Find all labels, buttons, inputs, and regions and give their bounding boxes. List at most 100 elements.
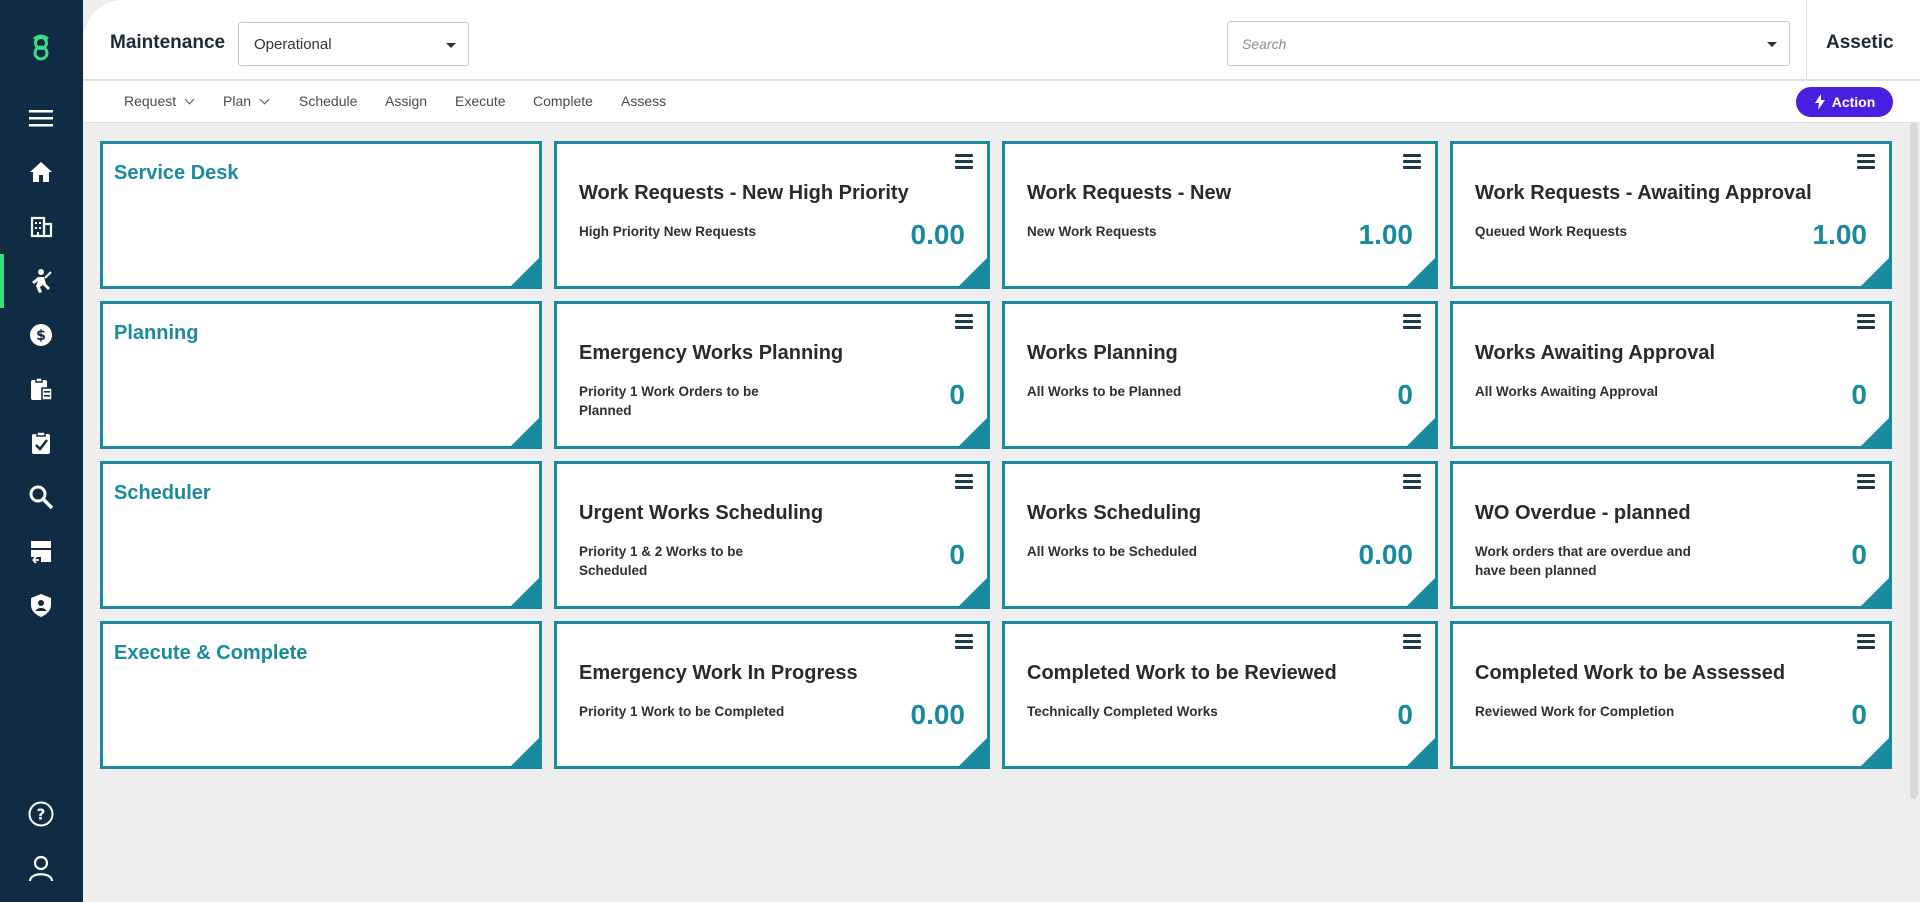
nav-schedule[interactable]: Schedule bbox=[299, 93, 357, 109]
search-icon[interactable] bbox=[21, 477, 61, 517]
help-icon[interactable]: ? bbox=[21, 794, 61, 834]
corner-expand-icon[interactable] bbox=[511, 258, 539, 286]
shield-icon[interactable] bbox=[21, 585, 61, 625]
hamburger-menu-icon[interactable] bbox=[955, 474, 973, 490]
corner-expand-icon[interactable] bbox=[959, 738, 987, 766]
kpi-subtitle: Queued Work Requests bbox=[1475, 224, 1628, 239]
kpi-card[interactable]: WO Overdue - planned Work orders that ar… bbox=[1450, 461, 1892, 609]
nav-request[interactable]: Request bbox=[124, 93, 195, 109]
corner-expand-icon[interactable] bbox=[511, 578, 539, 606]
kpi-card[interactable]: Urgent Works Scheduling Priority 1 & 2 W… bbox=[554, 461, 990, 609]
scrollbar-thumb[interactable] bbox=[1910, 123, 1918, 799]
user-icon[interactable] bbox=[21, 848, 61, 888]
hamburger-menu-icon[interactable] bbox=[955, 154, 973, 170]
corner-expand-icon[interactable] bbox=[511, 418, 539, 446]
corner-expand-icon[interactable] bbox=[1407, 258, 1435, 286]
sidebar-active-indicator bbox=[0, 254, 4, 308]
corner-expand-icon[interactable] bbox=[959, 418, 987, 446]
home-icon[interactable] bbox=[21, 152, 61, 192]
corner-expand-icon[interactable] bbox=[959, 258, 987, 286]
nav-assess[interactable]: Assess bbox=[621, 93, 666, 109]
logo-glyph bbox=[33, 34, 49, 61]
group-card-service-desk[interactable]: Service Desk bbox=[100, 141, 542, 289]
group-card-scheduler[interactable]: Scheduler bbox=[100, 461, 542, 609]
clipboard-icon[interactable] bbox=[21, 369, 61, 409]
hamburger-menu-icon[interactable] bbox=[1857, 474, 1875, 490]
kpi-title: WO Overdue - planned bbox=[1475, 502, 1691, 524]
hamburger-menu-icon[interactable] bbox=[1403, 154, 1421, 170]
vertical-scrollbar[interactable] bbox=[1908, 123, 1920, 902]
kpi-card[interactable]: Emergency Works Planning Priority 1 Work… bbox=[554, 301, 990, 449]
money-icon[interactable]: $ bbox=[21, 315, 61, 355]
hamburger-menu-icon[interactable] bbox=[21, 98, 61, 138]
kpi-subtitle: Technically Completed Works bbox=[1027, 704, 1218, 719]
hamburger-menu-icon[interactable] bbox=[955, 634, 973, 650]
nav-label: Assign bbox=[385, 93, 428, 109]
search-input[interactable]: Search bbox=[1227, 21, 1790, 66]
corner-expand-icon[interactable] bbox=[1861, 258, 1889, 286]
corner-expand-icon[interactable] bbox=[1861, 418, 1889, 446]
group-card-execute-complete[interactable]: Execute & Complete bbox=[100, 621, 542, 769]
hamburger-menu-icon[interactable] bbox=[1857, 154, 1875, 170]
nav-plan[interactable]: Plan bbox=[223, 93, 270, 109]
module-select[interactable]: Operational bbox=[238, 22, 469, 66]
kpi-value: 1.00 bbox=[1358, 219, 1414, 250]
kpi-card[interactable]: Completed Work to be Assessed Reviewed W… bbox=[1450, 621, 1892, 769]
group-card-planning[interactable]: Planning bbox=[100, 301, 542, 449]
group-title: Scheduler bbox=[114, 482, 211, 504]
kpi-card[interactable]: Work Requests - New New Work Requests 1.… bbox=[1002, 141, 1438, 289]
group-title: Planning bbox=[114, 322, 199, 344]
caret-down-icon bbox=[446, 43, 456, 48]
corner-expand-icon[interactable] bbox=[1407, 578, 1435, 606]
corner-expand-icon[interactable] bbox=[1407, 418, 1435, 446]
sidebar: $ ? bbox=[0, 0, 83, 902]
lightning-icon bbox=[1814, 94, 1825, 110]
kpi-subtitle: All Works to be Scheduled bbox=[1027, 544, 1198, 559]
kpi-title: Works Scheduling bbox=[1027, 502, 1202, 524]
corner-expand-icon[interactable] bbox=[511, 738, 539, 766]
hamburger-menu-icon[interactable] bbox=[1857, 634, 1875, 650]
kpi-card[interactable]: Works Planning All Works to be Planned 0 bbox=[1002, 301, 1438, 449]
kpi-value: 0.00 bbox=[1358, 539, 1414, 570]
kpi-subtitle: Reviewed Work for Completion bbox=[1475, 704, 1675, 719]
kpi-card[interactable]: Works Scheduling All Works to be Schedul… bbox=[1002, 461, 1438, 609]
nav-label: Plan bbox=[223, 93, 252, 109]
kpi-value: 0 bbox=[1397, 379, 1413, 410]
storage-icon[interactable] bbox=[21, 531, 61, 571]
corner-expand-icon[interactable] bbox=[1861, 578, 1889, 606]
kpi-subtitle: All Works to be Planned bbox=[1027, 384, 1182, 399]
kpi-card[interactable]: Emergency Work In Progress Priority 1 Wo… bbox=[554, 621, 990, 769]
checklist-icon[interactable] bbox=[21, 423, 61, 463]
svg-text:$: $ bbox=[36, 328, 46, 344]
kpi-title: Works Awaiting Approval bbox=[1475, 342, 1716, 364]
kpi-card[interactable]: Work Requests - New High Priority High P… bbox=[554, 141, 990, 289]
corner-expand-icon[interactable] bbox=[959, 578, 987, 606]
action-label: Action bbox=[1831, 94, 1876, 110]
kpi-card[interactable]: Works Awaiting Approval All Works Awaiti… bbox=[1450, 301, 1892, 449]
worker-icon[interactable] bbox=[21, 261, 61, 301]
hamburger-menu-icon[interactable] bbox=[1403, 314, 1421, 330]
hamburger-menu-icon[interactable] bbox=[1857, 314, 1875, 330]
hamburger-menu-icon[interactable] bbox=[955, 314, 973, 330]
nav-assign[interactable]: Assign bbox=[385, 93, 427, 109]
kpi-card[interactable]: Work Requests - Awaiting Approval Queued… bbox=[1450, 141, 1892, 289]
nav-execute[interactable]: Execute bbox=[455, 93, 506, 109]
kpi-subtitle: All Works Awaiting Approval bbox=[1475, 384, 1659, 399]
corner-expand-icon[interactable] bbox=[1861, 738, 1889, 766]
module-nav: Request Plan Schedule Assign Execute Com… bbox=[83, 81, 1920, 123]
kpi-card[interactable]: Completed Work to be Reviewed Technicall… bbox=[1002, 621, 1438, 769]
kpi-subtitle: Priority 1 Work to be Completed bbox=[579, 704, 785, 719]
kpi-subtitle: Work orders that are overdue and have be… bbox=[1475, 544, 1691, 578]
logo-icon[interactable] bbox=[21, 28, 61, 68]
kpi-value: 0 bbox=[1851, 539, 1867, 570]
group-title: Service Desk bbox=[114, 162, 239, 184]
top-header: Maintenance Operational Search Assetic bbox=[83, 0, 1920, 80]
action-button[interactable]: Action bbox=[1796, 87, 1893, 117]
kpi-value: 0 bbox=[1851, 699, 1867, 730]
building-icon[interactable] bbox=[21, 206, 61, 246]
caret-down-icon bbox=[1767, 42, 1777, 47]
nav-complete[interactable]: Complete bbox=[533, 93, 593, 109]
corner-expand-icon[interactable] bbox=[1407, 738, 1435, 766]
hamburger-menu-icon[interactable] bbox=[1403, 634, 1421, 650]
hamburger-menu-icon[interactable] bbox=[1403, 474, 1421, 490]
